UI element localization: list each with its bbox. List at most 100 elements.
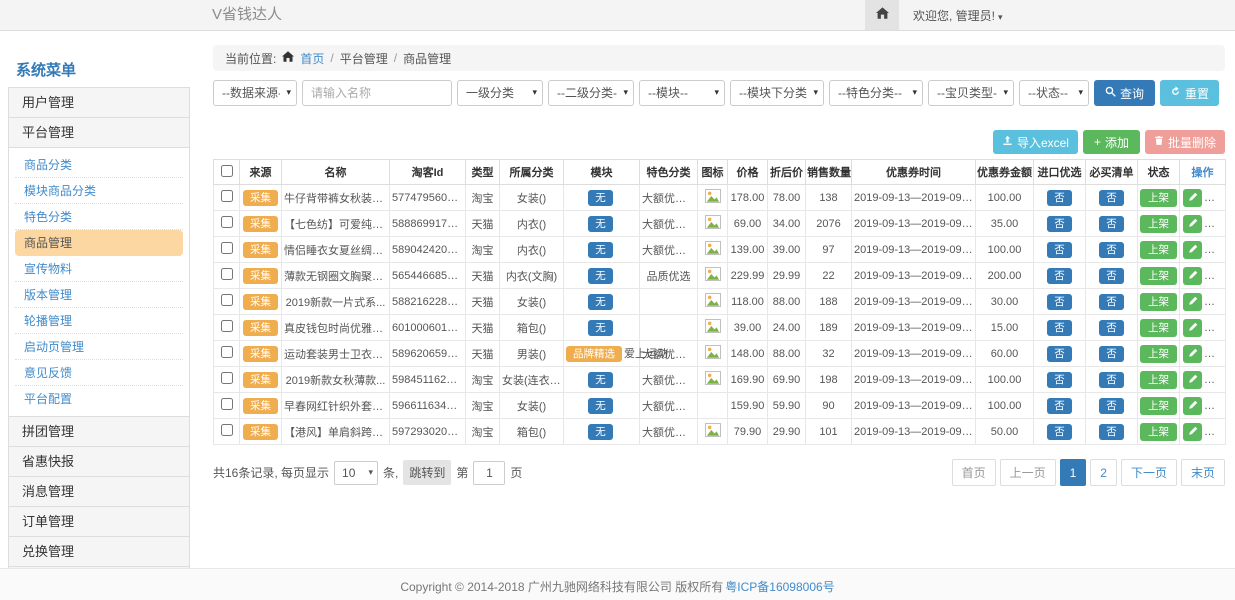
filter-select-wrap: --特色分类--▾ — [829, 80, 923, 106]
price: 69.00 — [728, 211, 768, 237]
page-button[interactable]: 上一页 — [1000, 459, 1056, 486]
sidebar-item[interactable]: 启动页管理 — [15, 334, 183, 360]
sidebar-item[interactable]: 模块商品分类 — [15, 178, 183, 204]
filter-select[interactable]: --数据来源-- — [214, 81, 296, 105]
row-checkbox[interactable] — [221, 398, 233, 410]
product-image-icon — [705, 371, 721, 388]
jump-button[interactable]: 跳转到 — [403, 460, 451, 485]
chevron-down-icon: ▾ — [998, 12, 1003, 22]
sidebar-item[interactable]: 商品分类 — [15, 152, 183, 178]
icon-cell — [698, 289, 728, 315]
feature-category: 大额优惠券 — [640, 341, 698, 367]
edit-button[interactable] — [1183, 215, 1202, 233]
status-button[interactable]: 上架 — [1140, 319, 1177, 337]
edit-button[interactable] — [1183, 241, 1202, 259]
sidebar-group-header[interactable]: 平台管理 — [9, 118, 189, 147]
page-button[interactable]: 首页 — [952, 459, 996, 486]
page-button[interactable]: 1 — [1060, 459, 1087, 486]
sidebar-item[interactable]: 版本管理 — [15, 282, 183, 308]
row-checkbox[interactable] — [221, 242, 233, 254]
filter-select[interactable]: --模块-- — [640, 81, 724, 105]
filter-select[interactable]: 一级分类 — [458, 81, 542, 105]
edit-button[interactable] — [1183, 371, 1202, 389]
filter-select[interactable]: --二级分类-- — [549, 81, 633, 105]
status-button[interactable]: 上架 — [1140, 241, 1177, 259]
row-checkbox[interactable] — [221, 320, 233, 332]
column-header: 淘客Id — [390, 160, 466, 185]
breadcrumb-home-link[interactable]: 首页 — [300, 50, 324, 67]
refresh-icon — [1170, 86, 1181, 100]
row-checkbox[interactable] — [221, 424, 233, 436]
user-menu[interactable]: 欢迎您, 管理员!▾ — [913, 7, 1003, 24]
row-checkbox[interactable] — [221, 190, 233, 202]
status-button[interactable]: 上架 — [1140, 293, 1177, 311]
edit-button[interactable] — [1183, 189, 1202, 207]
home-button[interactable] — [865, 0, 899, 30]
sidebar-group-header[interactable]: 用户管理 — [9, 88, 189, 117]
add-button[interactable]: + 添加 — [1083, 130, 1140, 154]
edit-icon — [1188, 424, 1198, 439]
row-checkbox[interactable] — [221, 216, 233, 228]
import-excel-button[interactable]: 导入excel — [993, 130, 1078, 154]
feature-category: 大额优惠券 — [640, 211, 698, 237]
sidebar-item[interactable]: 宣传物料 — [15, 256, 183, 282]
import-select-badge: 否 — [1047, 268, 1072, 284]
edit-icon — [1188, 398, 1198, 413]
page-button[interactable]: 2 — [1090, 459, 1117, 486]
feature-category — [640, 315, 698, 341]
page-button[interactable]: 下一页 — [1121, 459, 1177, 486]
edit-button[interactable] — [1183, 293, 1202, 311]
taoke-id: 589042420344 — [390, 237, 466, 263]
filter-select[interactable]: --模块下分类-- — [731, 81, 823, 105]
sidebar-item[interactable]: 特色分类 — [15, 204, 183, 230]
product-type: 天猫 — [466, 341, 500, 367]
sidebar-group-header[interactable]: 省惠快报 — [9, 447, 189, 476]
sidebar-group-header[interactable]: 消息管理 — [9, 477, 189, 506]
status-button[interactable]: 上架 — [1140, 397, 1177, 415]
page-button[interactable]: 末页 — [1181, 459, 1225, 486]
sidebar-item[interactable]: 意见反馈 — [15, 360, 183, 386]
filter-select[interactable]: --特色分类-- — [830, 81, 922, 105]
row-checkbox[interactable] — [221, 346, 233, 358]
sidebar-group-header[interactable]: 拼团管理 — [9, 417, 189, 446]
must-buy-badge: 否 — [1099, 268, 1124, 284]
edit-button[interactable] — [1183, 423, 1202, 441]
product-category: 女装(连衣裙) — [500, 367, 564, 393]
edit-button[interactable] — [1183, 345, 1202, 363]
row-checkbox[interactable] — [221, 372, 233, 384]
sidebar-group-header[interactable]: 兑换管理 — [9, 537, 189, 566]
module-cell: 无 — [564, 237, 640, 263]
status-button[interactable]: 上架 — [1140, 189, 1177, 207]
coupon-amount: 100.00 — [976, 185, 1034, 211]
column-header: 优惠券时间 — [852, 160, 976, 185]
select-all-checkbox[interactable] — [221, 165, 233, 177]
status-button[interactable]: 上架 — [1140, 215, 1177, 233]
sidebar-item[interactable]: 轮播管理 — [15, 308, 183, 334]
coupon-time: 2019-09-13—2019-09-15 — [852, 341, 976, 367]
row-checkbox[interactable] — [221, 294, 233, 306]
product-category: 女装() — [500, 393, 564, 419]
reset-button[interactable]: 重置 — [1160, 80, 1219, 106]
sidebar-item[interactable]: 平台配置 — [15, 386, 183, 412]
icp-link[interactable]: 粤ICP备16098006号 — [725, 578, 834, 600]
batch-delete-button[interactable]: 批量删除 — [1145, 130, 1225, 154]
edit-button[interactable] — [1183, 319, 1202, 337]
filter-select[interactable]: --状态-- — [1020, 81, 1088, 105]
status-button[interactable]: 上架 — [1140, 267, 1177, 285]
row-checkbox[interactable] — [221, 268, 233, 280]
edit-icon — [1188, 242, 1198, 257]
status-button[interactable]: 上架 — [1140, 423, 1177, 441]
coupon-amount: 200.00 — [976, 263, 1034, 289]
query-button[interactable]: 查询 — [1094, 80, 1155, 106]
filter-select[interactable]: --宝贝类型-- — [929, 81, 1013, 105]
status-button[interactable]: 上架 — [1140, 345, 1177, 363]
sidebar-group-header[interactable]: 订单管理 — [9, 507, 189, 536]
per-page-select[interactable]: 10 — [335, 462, 377, 484]
page-number-input[interactable] — [473, 461, 505, 485]
edit-button[interactable] — [1183, 397, 1202, 415]
name-search-input[interactable] — [302, 80, 452, 106]
status-button[interactable]: 上架 — [1140, 371, 1177, 389]
edit-button[interactable] — [1183, 267, 1202, 285]
discount-price: 29.90 — [768, 419, 806, 445]
sidebar-item[interactable]: 商品管理 — [15, 230, 183, 256]
